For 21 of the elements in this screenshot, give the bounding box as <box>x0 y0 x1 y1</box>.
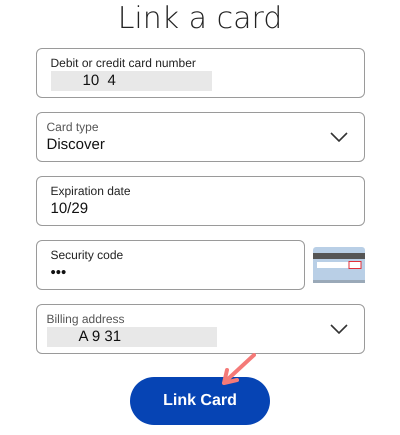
dropdown-field[interactable]: Card type Discover <box>36 112 364 162</box>
field-label: Debit or credit card number <box>50 56 197 70</box>
field-label: Card type <box>46 120 100 134</box>
card-back-icon <box>312 247 364 283</box>
dropdown-field[interactable]: Billing address A 9 31 <box>36 304 364 354</box>
field-value: 10 4 <box>50 70 212 90</box>
field-value: 10/29 <box>50 198 88 218</box>
page-title: Link a card <box>118 0 282 38</box>
annotation-arrow <box>220 353 256 385</box>
field-value: A 9 31 <box>46 326 218 346</box>
input-field[interactable]: Expiration date 10/29 <box>36 176 364 226</box>
field-label: Billing address <box>46 312 126 326</box>
field-value: Discover <box>46 134 105 154</box>
field-value: ••• <box>50 262 66 282</box>
chevron-down-icon <box>330 324 348 334</box>
field-label: Security code <box>50 248 124 262</box>
input-field[interactable]: Security code ••• <box>36 240 304 290</box>
input-field[interactable]: Debit or credit card number 10 4 <box>36 48 364 98</box>
chevron-down-icon <box>330 132 348 142</box>
field-label: Expiration date <box>50 184 132 198</box>
link-card-button[interactable]: Link Card <box>130 377 270 425</box>
